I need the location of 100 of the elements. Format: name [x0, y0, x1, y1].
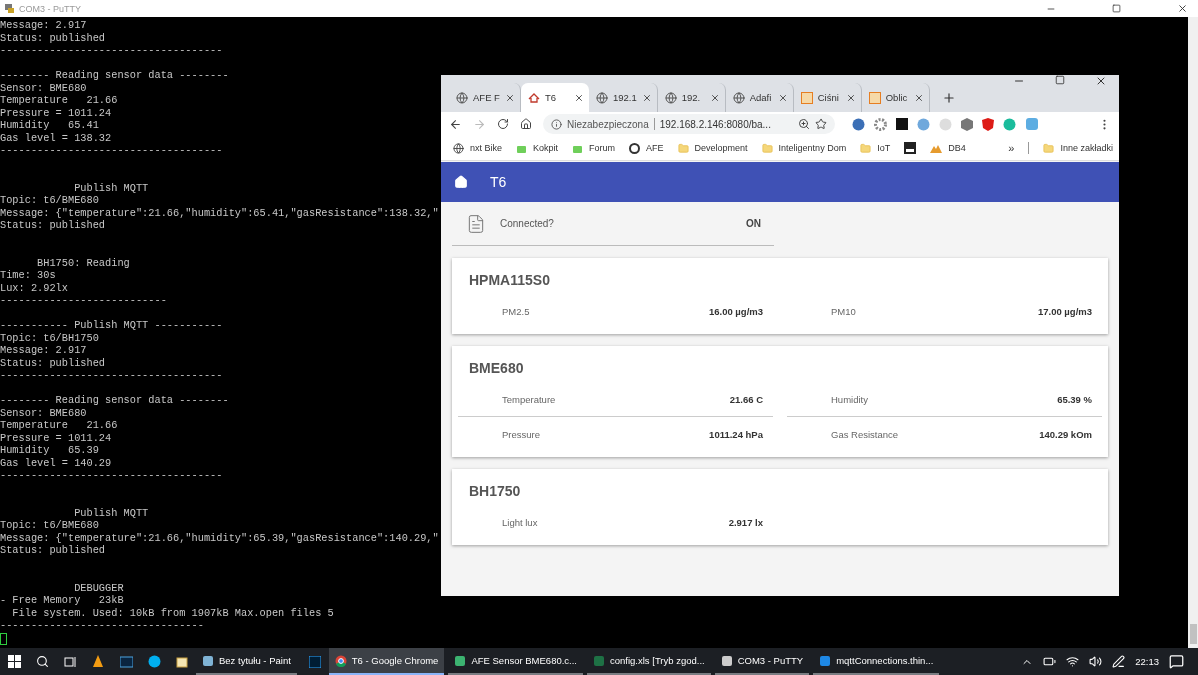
maximize-icon[interactable]: [1055, 75, 1065, 85]
taskbar-app[interactable]: Bez tytułu - Paint: [196, 648, 297, 675]
terminal-line: Message: 2.917: [0, 344, 87, 356]
terminal-line: Humidity 65.39: [0, 444, 99, 456]
bookmark-folder[interactable]: Inne zakładki: [1043, 142, 1113, 154]
reading-value: 17.00 µg/m3: [1037, 305, 1092, 317]
app-icon: [454, 654, 467, 667]
clock[interactable]: 22:13: [1135, 656, 1159, 667]
battery-icon[interactable]: [1043, 655, 1057, 668]
back-icon[interactable]: [449, 117, 462, 131]
bookmark[interactable]: Inteligentny Dom: [761, 142, 847, 154]
close-icon[interactable]: [777, 92, 788, 103]
home-icon[interactable]: [520, 118, 532, 130]
gift-icon[interactable]: [176, 655, 188, 668]
bookmark[interactable]: Forum: [572, 142, 616, 154]
camera-logo-icon[interactable]: [904, 142, 917, 154]
ribbon-icon: [819, 654, 832, 667]
globe-icon: [595, 91, 608, 104]
windows-icon[interactable]: [7, 655, 21, 668]
taskbar-app[interactable]: COM3 - PuTTY: [714, 648, 810, 675]
reading-value: 140.29 kOm: [1039, 428, 1092, 440]
browser-tab[interactable]: T6: [520, 83, 589, 112]
scrollbar-thumb[interactable]: [1189, 624, 1197, 644]
document-icon: [466, 213, 486, 234]
reading-value: 2.917 lx: [728, 516, 763, 528]
bookmark[interactable]: Development: [677, 142, 748, 154]
app-title: T6: [490, 174, 507, 190]
terminal-line: Sensor: BME680: [0, 406, 87, 419]
close-icon[interactable]: [1095, 75, 1107, 87]
close-icon[interactable]: [845, 92, 856, 103]
status-label: Connected?: [500, 218, 555, 229]
folder-icon: [1043, 142, 1055, 154]
reading-label: Humidity: [831, 393, 868, 405]
bookmark[interactable]: AFE: [629, 142, 664, 154]
terminal-line: Status: published: [0, 31, 106, 44]
terminal-line: Sensor: BME680: [0, 81, 87, 94]
plus-icon[interactable]: [941, 90, 956, 105]
close-icon[interactable]: [709, 92, 720, 103]
maximize-icon[interactable]: [1112, 4, 1121, 13]
folder-icon: [677, 142, 689, 154]
app-icon: [720, 654, 733, 667]
terminal-line: Temperature 21.66: [0, 94, 118, 106]
app-icon: [593, 654, 605, 667]
terminal-line: Humidity 65.41: [0, 119, 99, 131]
folder-icon: [860, 142, 872, 154]
status-value: ON: [746, 218, 761, 229]
search-icon[interactable]: [35, 655, 49, 668]
url-text: 192.168.2.146:8080/ba...: [659, 118, 772, 130]
star-icon[interactable]: [815, 118, 827, 130]
close-icon[interactable]: [573, 92, 584, 103]
skype-icon[interactable]: [147, 655, 161, 668]
shield-icon[interactable]: [982, 117, 994, 131]
notification-icon[interactable]: [1169, 654, 1184, 669]
square-logo-icon: [800, 91, 813, 104]
terminal-line: Time: 30s: [0, 269, 56, 281]
close-icon[interactable]: [1177, 3, 1188, 14]
terminal-line: Gas level = 138.32: [0, 131, 112, 144]
bookmark[interactable]: nxt Bike: [453, 142, 502, 154]
folder-icon: [761, 142, 773, 154]
task-view-icon[interactable]: [63, 655, 77, 668]
close-icon[interactable]: [641, 92, 652, 103]
taskbar-app[interactable]: T6 - Google Chrome: [328, 648, 445, 675]
app-icon[interactable]: [308, 655, 321, 668]
bookmark[interactable]: IoT: [860, 142, 891, 154]
globe-icon: [456, 91, 468, 104]
terminal-line: Status: published: [0, 544, 106, 556]
chrome-icon: [334, 654, 347, 667]
wifi-icon[interactable]: [1066, 655, 1080, 668]
app-icon[interactable]: [119, 655, 133, 668]
taskbar-app[interactable]: mqttConnections.thin...: [813, 648, 940, 675]
terminal-line: Publish MQTT: [73, 181, 149, 194]
bookmark[interactable]: DB4: [930, 142, 966, 154]
taskbar-app[interactable]: AFE Sensor BME680.c...: [448, 648, 583, 675]
scrollbar[interactable]: [1188, 17, 1198, 648]
terminal-line: -------- Reading sensor data --------: [0, 69, 229, 81]
pen-icon[interactable]: [1112, 655, 1126, 668]
address-field[interactable]: Niezabezpieczona 192.168.2.146:8080/ba...: [543, 114, 835, 134]
card-title: BME680: [468, 360, 525, 376]
hexagon-icon[interactable]: [961, 117, 973, 131]
terminal-line: Gas level = 140.29: [0, 456, 112, 469]
reading-label: Gas Resistance: [831, 428, 899, 440]
taskbar-app[interactable]: config.xls [Tryb zgod...: [587, 648, 711, 675]
globe-icon: [664, 91, 677, 104]
close-icon[interactable]: [913, 92, 924, 103]
cone-icon[interactable]: [92, 655, 104, 668]
info-icon: [551, 118, 562, 130]
reload-icon[interactable]: [497, 118, 509, 130]
more-bookmarks-button[interactable]: »: [1008, 142, 1015, 154]
globe-icon: [732, 91, 745, 104]
window-title: COM3 - PuTTY: [19, 3, 82, 14]
close-icon[interactable]: [504, 92, 515, 103]
cursor: [0, 632, 7, 645]
zoom-icon[interactable]: [798, 118, 810, 130]
terminal-line: ---------------------------------: [0, 619, 204, 631]
speaker-icon[interactable]: [1089, 655, 1103, 668]
terminal-line: ---------------------------: [0, 294, 167, 306]
square-logo-icon: [868, 91, 881, 104]
terminal-line: Publish MQTT: [73, 506, 149, 519]
bookmark[interactable]: Kokpit: [516, 142, 559, 154]
globe-icon[interactable]: [852, 117, 865, 131]
